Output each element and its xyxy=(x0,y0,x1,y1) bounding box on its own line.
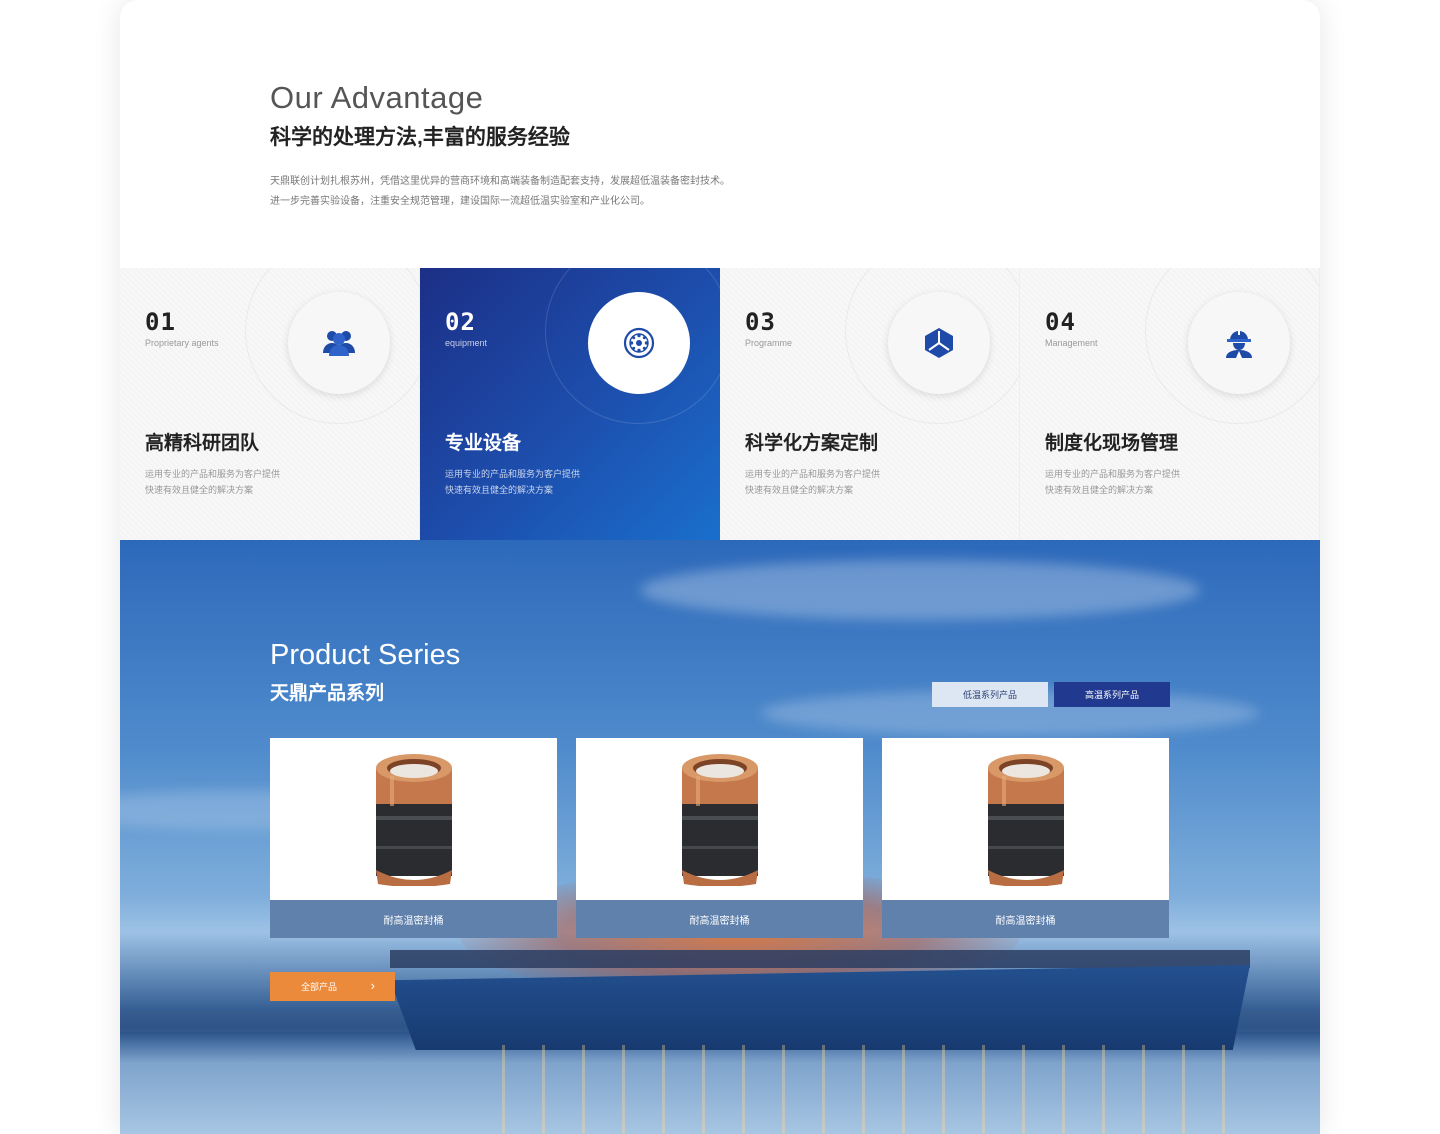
feature-title: 制度化现场管理 xyxy=(1045,433,1179,454)
advantage-title-en: Our Advantage xyxy=(270,80,484,115)
cube-icon xyxy=(925,328,953,358)
feature-desc-line: 快速有效且健全的解决方案 xyxy=(445,485,554,495)
background-cloud xyxy=(640,560,1200,620)
advantage-title-cn: 科学的处理方法,丰富的服务经验 xyxy=(270,126,570,149)
all-products-label: 全部产品 xyxy=(301,982,338,992)
product-image xyxy=(576,738,863,900)
product-cards: 耐高温密封桶 耐高温密封桶 耐高温密封桶 xyxy=(270,738,1169,938)
product-header: Product Series 天鼎产品系列 xyxy=(270,638,460,705)
chevron-right-icon: › xyxy=(370,978,375,993)
feature-number: 03 xyxy=(745,308,776,336)
feature-number: 02 xyxy=(445,308,476,336)
feature-title: 高精科研团队 xyxy=(145,433,260,454)
product-card[interactable]: 耐高温密封桶 xyxy=(270,738,557,938)
feature-icon-circle xyxy=(288,292,390,394)
product-title-cn: 天鼎产品系列 xyxy=(270,683,385,704)
tab-low-temperature[interactable]: 低温系列产品 xyxy=(932,682,1048,707)
feature-desc-line: 运用专业的产品和服务为客户提供 xyxy=(745,469,881,479)
product-card[interactable]: 耐高温密封桶 xyxy=(576,738,863,938)
feature-subtitle: Management xyxy=(1045,338,1098,348)
feature-title: 专业设备 xyxy=(445,433,522,454)
product-image xyxy=(270,738,557,900)
product-label: 耐高温密封桶 xyxy=(270,900,557,938)
feature-desc-line: 运用专业的产品和服务为客户提供 xyxy=(1045,469,1181,479)
feature-icon-circle xyxy=(888,292,990,394)
product-tabs: 低温系列产品 高温系列产品 xyxy=(932,682,1170,707)
feature-icon-circle xyxy=(588,292,690,394)
feature-list: 01 Proprietary agents 高精科研团队 运用专业的产品和服务为… xyxy=(120,268,1320,540)
background-ship-hull xyxy=(390,965,1250,1050)
feature-card-programme[interactable]: 03 Programme 科学化方案定制 运用专业的产品和服务为客户提供 快速有… xyxy=(720,268,1020,540)
all-products-button[interactable]: 全部产品 › xyxy=(270,972,395,1001)
advantage-desc-line: 天鼎联创计划扎根苏州，凭借这里优异的营商环境和高端装备制造配套支持，发展超低温装… xyxy=(270,176,730,187)
team-icon xyxy=(323,331,355,356)
feature-desc-line: 运用专业的产品和服务为客户提供 xyxy=(145,469,281,479)
product-image xyxy=(882,738,1169,900)
background-water-reflection xyxy=(480,1045,1240,1134)
feature-number: 01 xyxy=(145,308,176,336)
feature-desc-line: 快速有效且健全的解决方案 xyxy=(745,485,854,495)
feature-desc-line: 运用专业的产品和服务为客户提供 xyxy=(445,469,581,479)
advantage-description: 天鼎联创计划扎根苏州，凭借这里优异的营商环境和高端装备制造配套支持，发展超低温装… xyxy=(270,172,970,212)
product-series-section: Product Series 天鼎产品系列 低温系列产品 高温系列产品 耐高温密… xyxy=(120,540,1320,1134)
tab-high-temperature[interactable]: 高温系列产品 xyxy=(1054,682,1170,707)
product-label: 耐高温密封桶 xyxy=(882,900,1169,938)
page: Our Advantage 科学的处理方法,丰富的服务经验 天鼎联创计划扎根苏州… xyxy=(0,0,1440,1134)
product-title-en: Product Series xyxy=(270,639,461,671)
feature-description: 运用专业的产品和服务为客户提供 快速有效且健全的解决方案 xyxy=(445,466,580,498)
feature-desc-line: 快速有效且健全的解决方案 xyxy=(145,485,254,495)
feature-number: 04 xyxy=(1045,308,1076,336)
seal-cylinder-icon xyxy=(681,754,758,886)
background-ship-deck xyxy=(390,950,1250,968)
advantage-header: Our Advantage 科学的处理方法,丰富的服务经验 天鼎联创计划扎根苏州… xyxy=(270,80,970,212)
advantage-desc-line: 进一步完善实验设备，注重安全规范管理，建设国际一流超低温实验室和产业化公司。 xyxy=(270,196,650,207)
feature-subtitle: Proprietary agents xyxy=(145,338,219,348)
feature-subtitle: equipment xyxy=(445,338,488,348)
seal-cylinder-icon xyxy=(987,754,1064,886)
worker-icon xyxy=(1226,329,1252,358)
feature-icon-circle xyxy=(1188,292,1290,394)
feature-description: 运用专业的产品和服务为客户提供 快速有效且健全的解决方案 xyxy=(145,466,280,498)
product-label: 耐高温密封桶 xyxy=(576,900,863,938)
feature-card-team[interactable]: 01 Proprietary agents 高精科研团队 运用专业的产品和服务为… xyxy=(120,268,420,540)
feature-description: 运用专业的产品和服务为客户提供 快速有效且健全的解决方案 xyxy=(1045,466,1180,498)
feature-description: 运用专业的产品和服务为客户提供 快速有效且健全的解决方案 xyxy=(745,466,880,498)
seal-cylinder-icon xyxy=(375,754,452,886)
feature-title: 科学化方案定制 xyxy=(745,433,879,454)
content-frame: Our Advantage 科学的处理方法,丰富的服务经验 天鼎联创计划扎根苏州… xyxy=(120,0,1320,1134)
equipment-icon xyxy=(623,327,655,359)
feature-card-equipment[interactable]: 02 equipment 专业设备 运用专业的产品和服务为客户提供 快速有效且健… xyxy=(420,268,720,540)
feature-card-management[interactable]: 04 Management 制度化现场管理 运用专业的产品和服务为客户提供 快速… xyxy=(1020,268,1320,540)
feature-desc-line: 快速有效且健全的解决方案 xyxy=(1045,485,1154,495)
feature-subtitle: Programme xyxy=(745,338,793,348)
product-card[interactable]: 耐高温密封桶 xyxy=(882,738,1169,938)
